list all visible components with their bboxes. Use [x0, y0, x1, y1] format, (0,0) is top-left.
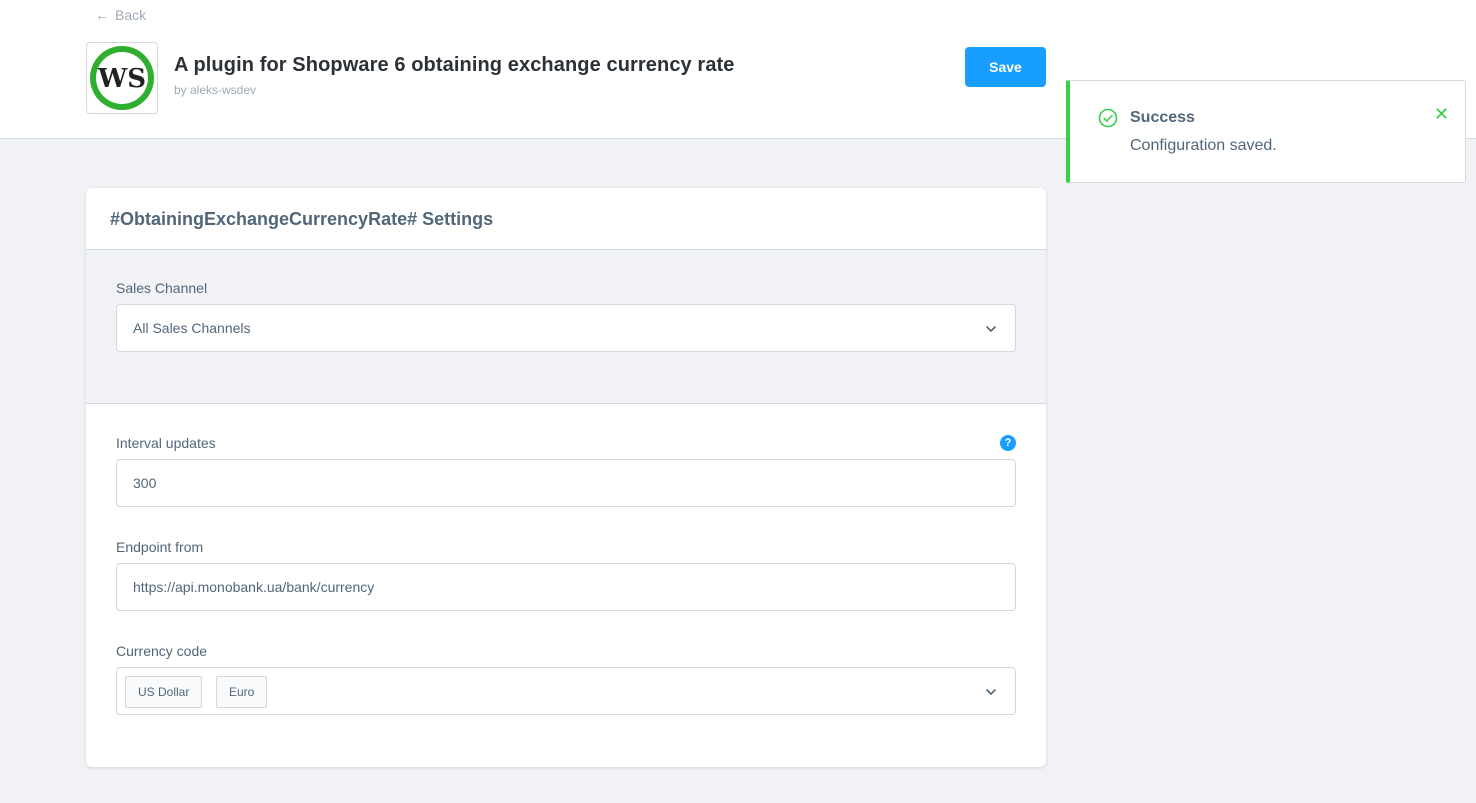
currency-tag[interactable]: US Dollar	[125, 676, 203, 708]
settings-card: #ObtainingExchangeCurrencyRate# Settings…	[86, 188, 1046, 767]
plugin-title: A plugin for Shopware 6 obtaining exchan…	[174, 54, 735, 76]
notification-title: Success	[1130, 109, 1195, 126]
ws-logo-icon: WS	[90, 46, 154, 110]
sales-channel-section: Sales Channel All Sales Channels	[86, 250, 1046, 404]
back-link[interactable]: ← Back	[95, 7, 146, 23]
currency-tag[interactable]: Euro	[216, 676, 268, 708]
settings-title: #ObtainingExchangeCurrencyRate# Settings	[110, 209, 494, 229]
currency-multiselect[interactable]: US Dollar Euro	[116, 667, 1016, 715]
svg-text:WS: WS	[97, 64, 146, 94]
help-icon[interactable]: ?	[1000, 435, 1016, 451]
endpoint-input[interactable]: https://api.monobank.ua/bank/currency	[116, 563, 1016, 611]
plugin-author: by aleks-wsdev	[174, 83, 257, 97]
endpoint-value: https://api.monobank.ua/bank/currency	[133, 579, 375, 595]
sales-channel-label: Sales Channel	[116, 280, 208, 296]
interval-value: 300	[133, 475, 157, 491]
chevron-down-icon	[986, 689, 996, 695]
notification-message: Configuration saved.	[1130, 137, 1277, 154]
chevron-down-icon	[986, 326, 996, 332]
close-icon[interactable]: ✕	[1434, 105, 1449, 123]
interval-input[interactable]: 300	[116, 459, 1016, 507]
save-button[interactable]: Save	[965, 47, 1046, 87]
success-notification: Success Configuration saved. ✕	[1066, 80, 1466, 183]
plugin-logo: WS	[86, 42, 158, 114]
arrow-left-icon: ←	[95, 7, 109, 23]
check-circle-icon	[1098, 108, 1118, 128]
sales-channel-value: All Sales Channels	[133, 320, 251, 336]
sales-channel-select[interactable]: All Sales Channels	[116, 304, 1016, 352]
interval-label: Interval updates	[116, 435, 216, 451]
back-label: Back	[115, 7, 147, 23]
currency-label: Currency code	[116, 643, 208, 659]
endpoint-label: Endpoint from	[116, 539, 204, 555]
